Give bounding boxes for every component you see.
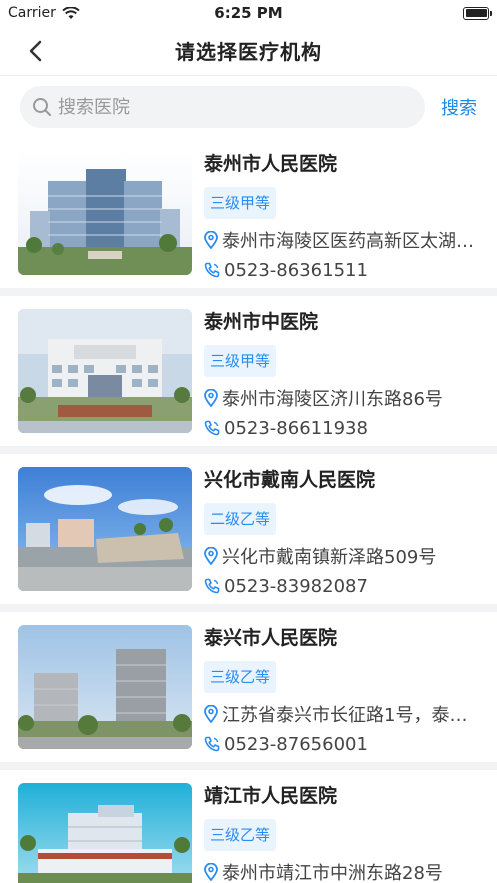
- location-pin-icon: [204, 547, 218, 565]
- location-pin-icon: [204, 231, 218, 249]
- location-pin-icon: [204, 863, 218, 881]
- phone-text: 0523-86361511: [224, 259, 368, 281]
- phone-text: 0523-87656001: [224, 733, 368, 755]
- hospital-level-badge: 三级甲等: [204, 345, 277, 377]
- hospital-phone[interactable]: 0523-86361511: [204, 255, 491, 285]
- hospital-card[interactable]: 兴化市戴南人民医院 二级乙等 兴化市戴南镇新泽路509号 0523-839820…: [0, 454, 497, 604]
- search-button[interactable]: 搜索: [441, 94, 477, 120]
- hospital-name: 兴化市戴南人民医院: [204, 469, 376, 491]
- search-row: 搜索: [0, 76, 497, 138]
- nav-bar: 请选择医疗机构: [0, 26, 497, 76]
- hospital-photo: [18, 151, 192, 275]
- hospital-card[interactable]: 泰州市人民医院 三级甲等 泰州市海陵区医药高新区太湖… 0523-8636151…: [0, 138, 497, 288]
- hospital-card[interactable]: 泰州市中医院 三级甲等 泰州市海陵区济川东路86号 0523-86611938: [0, 296, 497, 446]
- hospital-phone[interactable]: 0523-86611938: [204, 413, 491, 443]
- back-button[interactable]: [20, 36, 50, 66]
- hospital-name: 泰兴市人民医院: [204, 627, 338, 649]
- hospital-address: 兴化市戴南镇新泽路509号: [204, 541, 491, 571]
- chevron-left-icon: [28, 40, 42, 62]
- phone-icon: [204, 420, 220, 436]
- hospital-photo: [18, 783, 192, 883]
- wifi-icon: [62, 6, 80, 20]
- phone-text: 0523-83982087: [224, 575, 368, 597]
- hospital-level-badge: 三级乙等: [204, 819, 277, 851]
- hospital-phone[interactable]: 0523-83982087: [204, 571, 491, 601]
- hospital-address: 泰州市靖江市中洲东路28号: [204, 857, 491, 883]
- hospital-card[interactable]: 泰兴市人民医院 三级乙等 江苏省泰兴市长征路1号，泰… 0523-8765600…: [0, 612, 497, 762]
- hospital-info: 泰州市人民医院 三级甲等 泰州市海陵区医药高新区太湖… 0523-8636151…: [204, 151, 497, 288]
- address-text: 泰州市海陵区济川东路86号: [222, 389, 443, 410]
- address-text: 兴化市戴南镇新泽路509号: [222, 547, 437, 568]
- phone-icon: [204, 578, 220, 594]
- location-pin-icon: [204, 705, 218, 723]
- address-text: 泰州市海陵区医药高新区太湖…: [222, 231, 474, 252]
- battery-icon: [463, 6, 492, 20]
- page-title: 请选择医疗机构: [175, 40, 322, 64]
- hospital-photo: [18, 467, 192, 591]
- hospital-level-badge: 三级甲等: [204, 187, 277, 219]
- hospital-info: 泰兴市人民医院 三级乙等 江苏省泰兴市长征路1号，泰… 0523-8765600…: [204, 625, 497, 762]
- search-input[interactable]: [58, 96, 413, 118]
- hospital-info: 泰州市中医院 三级甲等 泰州市海陵区济川东路86号 0523-86611938: [204, 309, 497, 446]
- address-text: 江苏省泰兴市长征路1号，泰…: [222, 705, 468, 726]
- search-icon: [32, 97, 52, 117]
- hospital-name: 靖江市人民医院: [204, 785, 338, 807]
- hospital-photo: [18, 309, 192, 433]
- hospital-address: 泰州市海陵区济川东路86号: [204, 383, 491, 413]
- phone-icon: [204, 262, 220, 278]
- hospital-address: 江苏省泰兴市长征路1号，泰…: [204, 699, 491, 729]
- hospital-list: 泰州市人民医院 三级甲等 泰州市海陵区医药高新区太湖… 0523-8636151…: [0, 138, 497, 883]
- address-text: 泰州市靖江市中洲东路28号: [222, 863, 443, 883]
- status-left: Carrier: [8, 5, 80, 21]
- hospital-level-badge: 二级乙等: [204, 503, 277, 535]
- carrier-label: Carrier: [8, 5, 56, 21]
- hospital-name: 泰州市中医院: [204, 311, 319, 333]
- hospital-info: 靖江市人民医院 三级乙等 泰州市靖江市中洲东路28号: [204, 783, 497, 883]
- search-box[interactable]: [20, 86, 425, 128]
- hospital-card[interactable]: 靖江市人民医院 三级乙等 泰州市靖江市中洲东路28号: [0, 770, 497, 883]
- hospital-info: 兴化市戴南人民医院 二级乙等 兴化市戴南镇新泽路509号 0523-839820…: [204, 467, 497, 604]
- status-bar: Carrier 6:25 PM: [0, 0, 497, 26]
- hospital-address: 泰州市海陵区医药高新区太湖…: [204, 225, 491, 255]
- phone-icon: [204, 736, 220, 752]
- location-pin-icon: [204, 389, 218, 407]
- hospital-photo: [18, 625, 192, 749]
- hospital-level-badge: 三级乙等: [204, 661, 277, 693]
- hospital-phone[interactable]: 0523-87656001: [204, 729, 491, 759]
- hospital-name: 泰州市人民医院: [204, 153, 338, 175]
- phone-text: 0523-86611938: [224, 417, 368, 439]
